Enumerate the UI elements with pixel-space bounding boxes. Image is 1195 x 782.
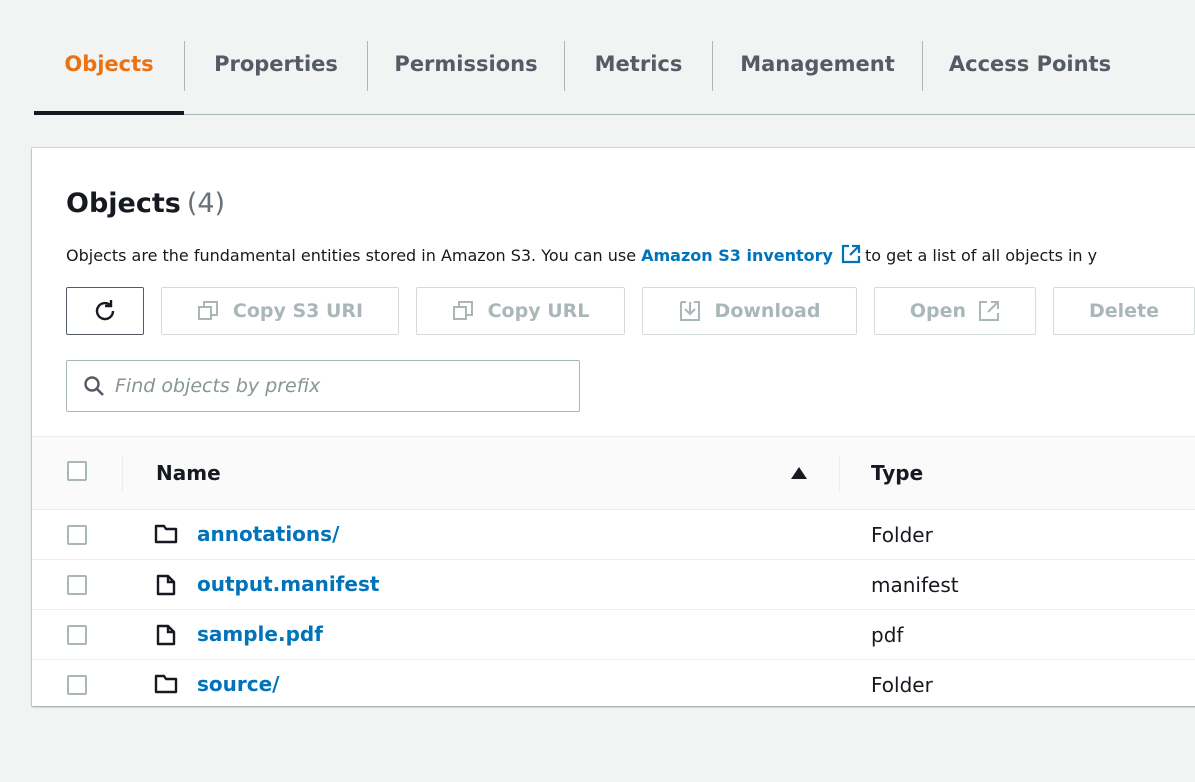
object-count: (4) xyxy=(186,188,226,219)
column-divider xyxy=(122,455,123,491)
file-icon xyxy=(156,624,176,646)
tab-metrics[interactable]: Metrics xyxy=(565,38,712,113)
objects-table: Name Type annotations/ Folder output.man… xyxy=(32,436,1195,709)
delete-button[interactable]: Delete xyxy=(1053,287,1195,335)
object-name-link[interactable]: annotations/ xyxy=(197,522,339,546)
s3-inventory-link[interactable]: Amazon S3 inventory xyxy=(641,246,833,265)
search-box xyxy=(66,360,580,412)
tab-properties[interactable]: Properties xyxy=(185,38,367,113)
download-icon xyxy=(679,300,701,322)
tab-permissions[interactable]: Permissions xyxy=(368,38,564,113)
description-text: Objects are the fundamental entities sto… xyxy=(66,246,637,265)
search-icon xyxy=(83,375,105,397)
tab-access-points[interactable]: Access Points xyxy=(923,38,1137,113)
copy-icon xyxy=(197,300,219,322)
object-name-link[interactable]: sample.pdf xyxy=(197,622,323,646)
object-name-link[interactable]: source/ xyxy=(197,672,279,696)
object-name-link[interactable]: output.manifest xyxy=(197,572,379,596)
objects-panel: Objects (4) Objects are the fundamental e… xyxy=(32,148,1195,706)
object-type: pdf xyxy=(871,623,904,647)
folder-icon xyxy=(154,674,178,694)
refresh-button[interactable] xyxy=(66,287,144,335)
refresh-icon xyxy=(92,298,118,324)
sort-ascending-icon[interactable] xyxy=(790,465,808,485)
panel-description: Objects are the fundamental entities sto… xyxy=(66,244,1097,268)
object-type: manifest xyxy=(871,573,959,597)
delete-label: Delete xyxy=(1088,300,1160,322)
download-button[interactable]: Download xyxy=(642,287,857,335)
table-row: annotations/ Folder xyxy=(32,510,1195,560)
copy-url-label: Copy URL xyxy=(487,300,590,322)
copy-icon xyxy=(452,300,474,322)
table-header: Name Type xyxy=(32,437,1195,510)
external-link-icon xyxy=(841,244,861,268)
copy-s3-uri-button[interactable]: Copy S3 URI xyxy=(161,287,399,335)
row-checkbox[interactable] xyxy=(67,675,87,695)
table-row: output.manifest manifest xyxy=(32,560,1195,610)
open-button[interactable]: Open xyxy=(874,287,1036,335)
copy-url-button[interactable]: Copy URL xyxy=(416,287,625,335)
tab-objects[interactable]: Objects xyxy=(34,38,184,115)
description-suffix: to get a list of all objects in y xyxy=(864,246,1098,265)
copy-s3-uri-label: Copy S3 URI xyxy=(232,300,364,322)
search-input[interactable] xyxy=(115,375,555,397)
table-row: source/ Folder xyxy=(32,660,1195,709)
row-checkbox[interactable] xyxy=(67,525,87,545)
tab-bar: Objects Properties Permissions Metrics M… xyxy=(34,38,1195,115)
object-type: Folder xyxy=(871,523,933,547)
panel-title: Objects (4) xyxy=(66,188,225,219)
panel-title-text: Objects xyxy=(66,188,181,219)
tab-management[interactable]: Management xyxy=(713,38,922,113)
select-all-checkbox[interactable] xyxy=(67,461,87,481)
row-checkbox[interactable] xyxy=(67,575,87,595)
folder-icon xyxy=(154,524,178,544)
column-divider xyxy=(839,455,840,491)
open-label: Open xyxy=(909,300,967,322)
download-label: Download xyxy=(714,300,821,322)
file-icon xyxy=(156,574,176,596)
row-checkbox[interactable] xyxy=(67,625,87,645)
external-link-icon xyxy=(978,300,1000,322)
table-row: sample.pdf pdf xyxy=(32,610,1195,660)
column-header-type[interactable]: Type xyxy=(871,461,923,485)
object-type: Folder xyxy=(871,673,933,697)
column-header-name[interactable]: Name xyxy=(156,461,221,485)
